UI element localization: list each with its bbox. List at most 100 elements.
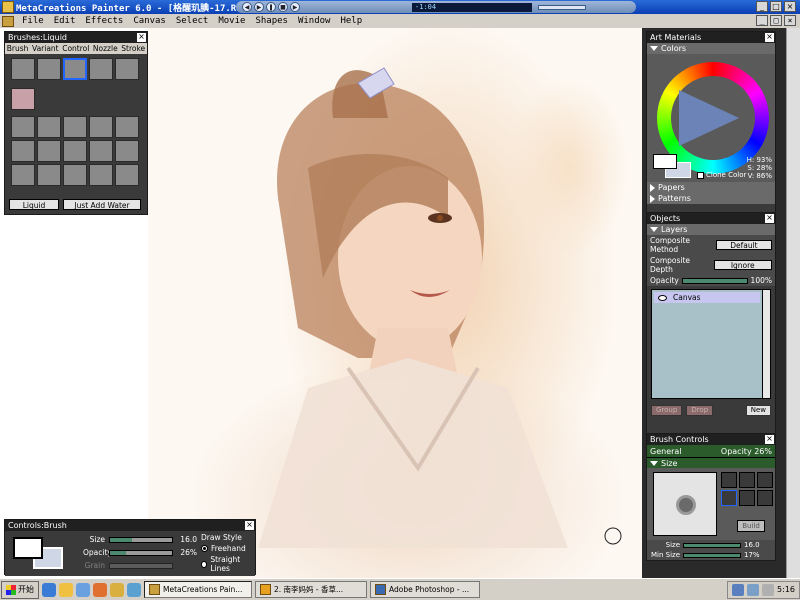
- doc-close-icon[interactable]: ×: [784, 15, 796, 26]
- controls-palette-titlebar[interactable]: Controls:Brush ×: [5, 520, 255, 531]
- papers-section-header[interactable]: Papers: [647, 182, 775, 193]
- menu-file[interactable]: File: [17, 16, 49, 26]
- chalk-brush-icon[interactable]: [37, 140, 61, 162]
- tip-profile-icon[interactable]: [757, 472, 773, 488]
- player-pause-icon[interactable]: ❚: [266, 2, 276, 12]
- primary-mini-swatch[interactable]: [653, 154, 677, 169]
- explorer-icon[interactable]: [110, 582, 124, 597]
- sparkle-brush-icon[interactable]: [11, 116, 35, 138]
- pen-brush-icon[interactable]: [11, 140, 35, 162]
- pencil-brush-icon[interactable]: [11, 164, 35, 186]
- tip-profile-icon[interactable]: [721, 490, 737, 506]
- composite-method-select[interactable]: Default: [715, 240, 772, 250]
- document-menu-icon[interactable]: [2, 15, 14, 27]
- menu-edit[interactable]: Edit: [49, 16, 81, 26]
- painting-canvas[interactable]: [148, 28, 642, 578]
- layer-opacity-slider[interactable]: [681, 277, 748, 284]
- size-slider[interactable]: [109, 536, 173, 543]
- saturation-value-triangle[interactable]: [679, 90, 739, 146]
- brush-variant-field[interactable]: Just Add Water: [63, 199, 141, 210]
- vertical-scrollbar[interactable]: [786, 28, 800, 578]
- charcoal-brush-icon[interactable]: [63, 140, 87, 162]
- layer-item-canvas[interactable]: Canvas: [654, 292, 760, 303]
- show-desktop-icon[interactable]: [76, 582, 90, 597]
- paintbrush-icon[interactable]: [37, 58, 61, 80]
- taskbar-photoshop[interactable]: Adobe Photoshop - ...: [370, 581, 480, 598]
- player-prev-icon[interactable]: ◀: [242, 2, 252, 12]
- brushes-menu-nozzle[interactable]: Nozzle: [93, 44, 118, 53]
- media-player-icon[interactable]: [93, 582, 107, 597]
- art-materials-titlebar[interactable]: Art Materials ×: [647, 32, 775, 43]
- straight-lines-radio[interactable]: Straight Lines: [201, 555, 255, 573]
- composite-depth-select[interactable]: Ignore: [713, 260, 772, 270]
- general-section-header[interactable]: General Opacity 26%: [647, 445, 775, 457]
- opacity-slider[interactable]: [109, 549, 173, 556]
- clone-color-toggle[interactable]: Clone Color: [697, 171, 746, 179]
- tip-profile-icon[interactable]: [757, 490, 773, 506]
- menu-shapes[interactable]: Shapes: [250, 16, 293, 26]
- painter-quicklaunch-icon[interactable]: [127, 582, 141, 597]
- min-size-slider[interactable]: [683, 552, 741, 558]
- tip-profile-icon[interactable]: [721, 472, 737, 488]
- felt-pen-icon[interactable]: [37, 164, 61, 186]
- eraser-brush-icon[interactable]: [11, 88, 35, 110]
- maximize-icon[interactable]: □: [770, 1, 782, 12]
- menu-help[interactable]: Help: [335, 16, 367, 26]
- build-button[interactable]: Build: [737, 520, 765, 532]
- cloner-brush-icon[interactable]: [115, 58, 139, 80]
- player-stop-icon[interactable]: ■: [278, 2, 288, 12]
- visibility-eye-icon[interactable]: [658, 294, 667, 301]
- airbrush-icon[interactable]: [115, 140, 139, 162]
- player-play-icon[interactable]: ▶: [254, 2, 264, 12]
- drop-button[interactable]: Drop: [686, 405, 714, 416]
- brush-controls-close-icon[interactable]: ×: [765, 435, 774, 444]
- palette-knife-icon[interactable]: [63, 116, 87, 138]
- doc-restore-icon[interactable]: □: [770, 15, 782, 26]
- burn-brush-icon[interactable]: [115, 116, 139, 138]
- brush-size-slider[interactable]: [683, 542, 741, 548]
- objects-close-icon[interactable]: ×: [765, 214, 774, 223]
- player-volume-slider[interactable]: [538, 4, 586, 10]
- layer-list-scrollbar[interactable]: [762, 290, 770, 398]
- oil-brush-icon[interactable]: [63, 164, 87, 186]
- painter-app-icon[interactable]: [2, 1, 14, 13]
- tip-profile-icon[interactable]: [739, 472, 755, 488]
- menu-canvas[interactable]: Canvas: [128, 16, 171, 26]
- brushes-menu-variant[interactable]: Variant: [32, 44, 59, 53]
- brushes-close-icon[interactable]: ×: [137, 33, 146, 42]
- network-icon[interactable]: [747, 583, 760, 596]
- image-hose-icon[interactable]: [37, 116, 61, 138]
- artist-brush-icon[interactable]: [115, 164, 139, 186]
- group-button[interactable]: Group: [651, 405, 683, 416]
- menu-movie[interactable]: Movie: [213, 16, 250, 26]
- objects-titlebar[interactable]: Objects ×: [647, 213, 775, 224]
- minimize-icon[interactable]: _: [756, 1, 768, 12]
- menu-window[interactable]: Window: [293, 16, 336, 26]
- primary-color-swatch[interactable]: [13, 537, 43, 559]
- menu-select[interactable]: Select: [171, 16, 214, 26]
- brushes-menu-stroke[interactable]: Stroke: [121, 44, 145, 53]
- brushes-menu-control[interactable]: Control: [62, 44, 89, 53]
- straight-lines-radio-dot[interactable]: [201, 560, 208, 568]
- keyboard-icon[interactable]: [732, 583, 745, 596]
- art-materials-close-icon[interactable]: ×: [765, 33, 774, 42]
- player-next-icon[interactable]: ▶: [290, 2, 300, 12]
- taskbar-painter[interactable]: MetaCreations Pain...: [144, 581, 252, 598]
- clock[interactable]: 5:16: [777, 585, 795, 594]
- volume-icon[interactable]: [762, 583, 775, 596]
- camera-brush-icon[interactable]: [11, 58, 35, 80]
- brushes-palette-titlebar[interactable]: Brushes:Liquid ×: [5, 32, 147, 43]
- ie-icon[interactable]: [42, 582, 56, 597]
- freehand-radio[interactable]: Freehand: [201, 544, 255, 553]
- layers-section-header[interactable]: Layers: [647, 224, 775, 235]
- brush-controls-titlebar[interactable]: Brush Controls ×: [647, 434, 775, 445]
- menu-effects[interactable]: Effects: [80, 16, 128, 26]
- brushes-menu-brush[interactable]: Brush: [7, 44, 29, 53]
- liquid-brush-icon[interactable]: [63, 58, 87, 80]
- dodge-brush-icon[interactable]: [89, 116, 113, 138]
- new-layer-button[interactable]: New: [745, 405, 771, 416]
- clone-color-checkbox[interactable]: [697, 171, 704, 179]
- outlook-icon[interactable]: [59, 582, 73, 597]
- controls-close-icon[interactable]: ×: [245, 521, 254, 530]
- colors-section-header[interactable]: Colors: [647, 43, 775, 54]
